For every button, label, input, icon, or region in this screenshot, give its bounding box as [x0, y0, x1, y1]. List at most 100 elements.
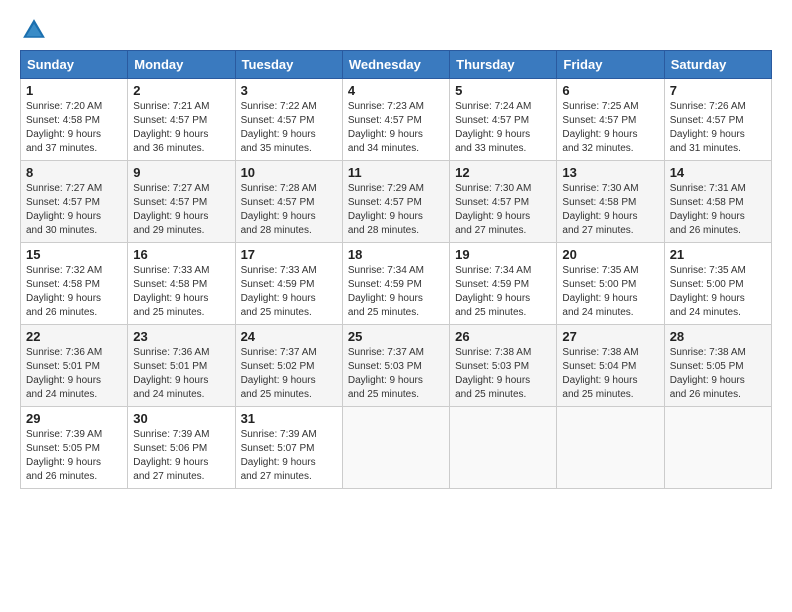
day-number: 12: [455, 165, 551, 180]
calendar-cell: [450, 407, 557, 489]
day-info: Sunrise: 7:38 AM Sunset: 5:03 PM Dayligh…: [455, 347, 531, 400]
day-info: Sunrise: 7:33 AM Sunset: 4:59 PM Dayligh…: [241, 265, 317, 318]
calendar-cell: 19 Sunrise: 7:34 AM Sunset: 4:59 PM Dayli…: [450, 243, 557, 325]
calendar-cell: 17 Sunrise: 7:33 AM Sunset: 4:59 PM Dayli…: [235, 243, 342, 325]
calendar-cell: 28 Sunrise: 7:38 AM Sunset: 5:05 PM Dayli…: [664, 325, 771, 407]
calendar-cell: 10Sunrise: 7:28 AM Sunset: 4:57 PM Dayli…: [235, 161, 342, 243]
day-number: 25: [348, 329, 444, 344]
logo-icon: [20, 16, 48, 44]
calendar-header-row: SundayMondayTuesdayWednesdayThursdayFrid…: [21, 51, 772, 79]
day-info: Sunrise: 7:28 AM Sunset: 4:57 PM Dayligh…: [241, 183, 317, 236]
calendar-cell: 13 Sunrise: 7:30 AM Sunset: 4:58 PM Dayli…: [557, 161, 664, 243]
day-info: Sunrise: 7:32 AM Sunset: 4:58 PM Dayligh…: [26, 265, 102, 318]
col-header-wednesday: Wednesday: [342, 51, 449, 79]
calendar-week-3: 15 Sunrise: 7:32 AM Sunset: 4:58 PM Dayli…: [21, 243, 772, 325]
calendar-cell: 29 Sunrise: 7:39 AM Sunset: 5:05 PM Dayli…: [21, 407, 128, 489]
day-number: 30: [133, 411, 229, 426]
day-info: Sunrise: 7:24 AM Sunset: 4:57 PM Dayligh…: [455, 101, 531, 154]
day-info: Sunrise: 7:33 AM Sunset: 4:58 PM Dayligh…: [133, 265, 209, 318]
calendar-cell: 30 Sunrise: 7:39 AM Sunset: 5:06 PM Dayli…: [128, 407, 235, 489]
day-number: 3: [241, 83, 337, 98]
day-number: 2: [133, 83, 229, 98]
day-number: 5: [455, 83, 551, 98]
day-number: 15: [26, 247, 122, 262]
day-info: Sunrise: 7:35 AM Sunset: 5:00 PM Dayligh…: [670, 265, 746, 318]
calendar-table: SundayMondayTuesdayWednesdayThursdayFrid…: [20, 50, 772, 489]
calendar-cell: 5 Sunrise: 7:24 AM Sunset: 4:57 PM Daylig…: [450, 79, 557, 161]
calendar-cell: 27 Sunrise: 7:38 AM Sunset: 5:04 PM Dayli…: [557, 325, 664, 407]
calendar-cell: 12 Sunrise: 7:30 AM Sunset: 4:57 PM Dayli…: [450, 161, 557, 243]
day-number: 28: [670, 329, 766, 344]
day-info: Sunrise: 7:37 AM Sunset: 5:02 PM Dayligh…: [241, 347, 317, 400]
logo: [20, 16, 52, 44]
day-number: 1: [26, 83, 122, 98]
day-info: Sunrise: 7:39 AM Sunset: 5:06 PM Dayligh…: [133, 429, 209, 482]
calendar-cell: 7 Sunrise: 7:26 AM Sunset: 4:57 PM Daylig…: [664, 79, 771, 161]
calendar-cell: 23Sunrise: 7:36 AM Sunset: 5:01 PM Dayli…: [128, 325, 235, 407]
day-number: 29: [26, 411, 122, 426]
day-info: Sunrise: 7:34 AM Sunset: 4:59 PM Dayligh…: [348, 265, 424, 318]
day-number: 26: [455, 329, 551, 344]
day-info: Sunrise: 7:37 AM Sunset: 5:03 PM Dayligh…: [348, 347, 424, 400]
day-number: 8: [26, 165, 122, 180]
col-header-friday: Friday: [557, 51, 664, 79]
day-info: Sunrise: 7:26 AM Sunset: 4:57 PM Dayligh…: [670, 101, 746, 154]
day-info: Sunrise: 7:22 AM Sunset: 4:57 PM Dayligh…: [241, 101, 317, 154]
day-number: 19: [455, 247, 551, 262]
calendar-cell: 25 Sunrise: 7:37 AM Sunset: 5:03 PM Dayli…: [342, 325, 449, 407]
day-info: Sunrise: 7:21 AM Sunset: 4:57 PM Dayligh…: [133, 101, 209, 154]
day-info: Sunrise: 7:25 AM Sunset: 4:57 PM Dayligh…: [562, 101, 638, 154]
day-number: 18: [348, 247, 444, 262]
calendar-week-4: 22 Sunrise: 7:36 AM Sunset: 5:01 PM Dayli…: [21, 325, 772, 407]
calendar-cell: 1 Sunrise: 7:20 AM Sunset: 4:58 PM Daylig…: [21, 79, 128, 161]
day-info: Sunrise: 7:31 AM Sunset: 4:58 PM Dayligh…: [670, 183, 746, 236]
day-number: 20: [562, 247, 658, 262]
calendar-week-2: 8 Sunrise: 7:27 AM Sunset: 4:57 PM Daylig…: [21, 161, 772, 243]
calendar-cell: 3 Sunrise: 7:22 AM Sunset: 4:57 PM Daylig…: [235, 79, 342, 161]
day-number: 6: [562, 83, 658, 98]
day-info: Sunrise: 7:38 AM Sunset: 5:05 PM Dayligh…: [670, 347, 746, 400]
day-number: 16: [133, 247, 229, 262]
day-number: 22: [26, 329, 122, 344]
calendar-cell: [664, 407, 771, 489]
day-number: 21: [670, 247, 766, 262]
calendar-cell: 26 Sunrise: 7:38 AM Sunset: 5:03 PM Dayli…: [450, 325, 557, 407]
day-info: Sunrise: 7:38 AM Sunset: 5:04 PM Dayligh…: [562, 347, 638, 400]
calendar-cell: 9 Sunrise: 7:27 AM Sunset: 4:57 PM Daylig…: [128, 161, 235, 243]
day-number: 4: [348, 83, 444, 98]
calendar-cell: 21 Sunrise: 7:35 AM Sunset: 5:00 PM Dayli…: [664, 243, 771, 325]
day-info: Sunrise: 7:30 AM Sunset: 4:58 PM Dayligh…: [562, 183, 638, 236]
day-info: Sunrise: 7:34 AM Sunset: 4:59 PM Dayligh…: [455, 265, 531, 318]
calendar-cell: 22 Sunrise: 7:36 AM Sunset: 5:01 PM Dayli…: [21, 325, 128, 407]
calendar-cell: 20 Sunrise: 7:35 AM Sunset: 5:00 PM Dayli…: [557, 243, 664, 325]
day-info: Sunrise: 7:27 AM Sunset: 4:57 PM Dayligh…: [26, 183, 102, 236]
day-info: Sunrise: 7:29 AM Sunset: 4:57 PM Dayligh…: [348, 183, 424, 236]
day-number: 27: [562, 329, 658, 344]
day-info: Sunrise: 7:27 AM Sunset: 4:57 PM Dayligh…: [133, 183, 209, 236]
day-number: 31: [241, 411, 337, 426]
day-info: Sunrise: 7:30 AM Sunset: 4:57 PM Dayligh…: [455, 183, 531, 236]
day-number: 7: [670, 83, 766, 98]
day-info: Sunrise: 7:39 AM Sunset: 5:05 PM Dayligh…: [26, 429, 102, 482]
calendar-cell: 8 Sunrise: 7:27 AM Sunset: 4:57 PM Daylig…: [21, 161, 128, 243]
calendar-week-5: 29 Sunrise: 7:39 AM Sunset: 5:05 PM Dayli…: [21, 407, 772, 489]
day-number: 13: [562, 165, 658, 180]
calendar-cell: 16 Sunrise: 7:33 AM Sunset: 4:58 PM Dayli…: [128, 243, 235, 325]
calendar-cell: [557, 407, 664, 489]
calendar-cell: 2 Sunrise: 7:21 AM Sunset: 4:57 PM Daylig…: [128, 79, 235, 161]
col-header-sunday: Sunday: [21, 51, 128, 79]
day-info: Sunrise: 7:35 AM Sunset: 5:00 PM Dayligh…: [562, 265, 638, 318]
col-header-monday: Monday: [128, 51, 235, 79]
day-number: 17: [241, 247, 337, 262]
col-header-tuesday: Tuesday: [235, 51, 342, 79]
calendar-cell: 31Sunrise: 7:39 AM Sunset: 5:07 PM Dayli…: [235, 407, 342, 489]
day-info: Sunrise: 7:20 AM Sunset: 4:58 PM Dayligh…: [26, 101, 102, 154]
calendar-cell: [342, 407, 449, 489]
day-info: Sunrise: 7:36 AM Sunset: 5:01 PM Dayligh…: [26, 347, 102, 400]
day-number: 23: [133, 329, 229, 344]
calendar-cell: 18 Sunrise: 7:34 AM Sunset: 4:59 PM Dayli…: [342, 243, 449, 325]
col-header-saturday: Saturday: [664, 51, 771, 79]
calendar-week-1: 1 Sunrise: 7:20 AM Sunset: 4:58 PM Daylig…: [21, 79, 772, 161]
day-number: 9: [133, 165, 229, 180]
col-header-thursday: Thursday: [450, 51, 557, 79]
